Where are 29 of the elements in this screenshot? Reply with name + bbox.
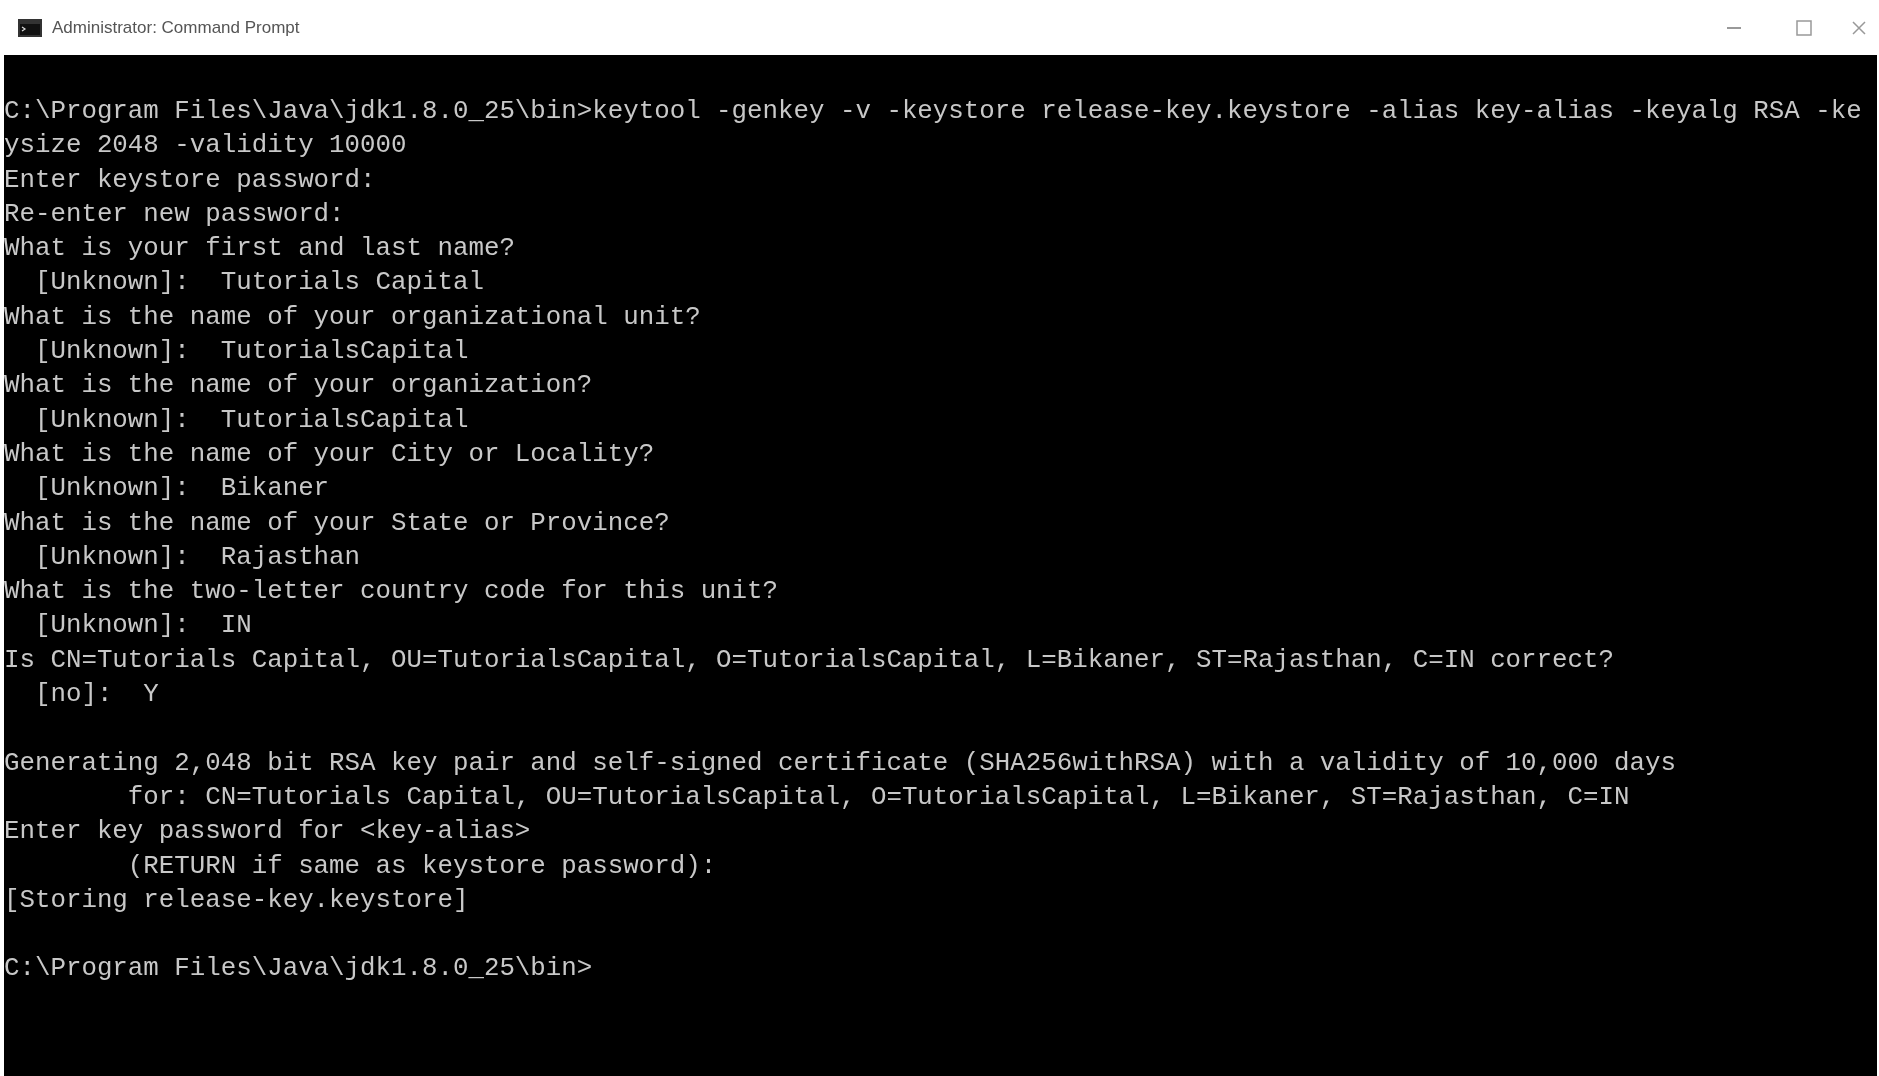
console-line: What is the name of your organizational unit?: [4, 301, 701, 334]
console-line: [Unknown]: TutorialsCapital: [33, 404, 469, 437]
console-line: C:\Program Files\Java\jdk1.8.0_25\bin>: [4, 953, 593, 986]
minimize-icon: [1727, 26, 1741, 29]
console-line: Is CN=Tutorials Capital, OU=TutorialsCapital, O=TutorialsCapital, L=Bikaner, ST=Rajasthan, C=IN correct?: [4, 644, 1614, 677]
console-line: [Unknown]: TutorialsCapital: [33, 336, 469, 369]
console-line: [Unknown]: IN: [33, 610, 252, 643]
console-line: Generating 2,048 bit RSA key pair and self-signed certificate (SHA256withRSA) with a validity of 10,000 days: [4, 747, 1676, 780]
console-line: for: CN=Tutorials Capital, OU=TutorialsCapital, O=TutorialsCapital, L=Bikaner, ST=Rajasthan, C=IN: [126, 781, 1630, 814]
console-line: [Unknown]: Tutorials Capital: [33, 267, 484, 300]
console-line: [Unknown]: Rajasthan: [33, 541, 361, 574]
console-line: What is the name of your organization?: [4, 370, 593, 403]
console-line: Enter key password for <key-alias>: [4, 816, 531, 849]
console-line: [no]: Y: [33, 679, 159, 712]
console-line: What is the name of your City or Locality?: [4, 438, 655, 471]
close-icon: [1852, 20, 1866, 35]
console-line: Enter keystore password:: [4, 164, 376, 197]
console-line: What is your first and last name?: [4, 233, 515, 266]
maximize-icon: [1796, 19, 1812, 36]
console-line: What is the two-letter country code for this unit?: [4, 576, 779, 609]
console-line: (RETURN if same as keystore password):: [126, 850, 717, 883]
console-line: C:\Program Files\Java\jdk1.8.0_25\bin>keytool -genkey -v -keystore release-key.keystore -alias key-alias -keyalg RSA -ke: [4, 96, 1862, 128]
console-line: [Storing release-key.keystore]: [4, 884, 469, 917]
console-line: [Unknown]: Bikaner: [33, 473, 330, 506]
console-window-icon: [18, 18, 42, 37]
console-line: What is the name of your State or Province?: [4, 507, 670, 540]
window-title: Administrator: Command Prompt: [52, 16, 300, 39]
console-line: ysize 2048 -validity 10000: [4, 130, 407, 163]
console-line: Re-enter new password:: [4, 198, 345, 231]
